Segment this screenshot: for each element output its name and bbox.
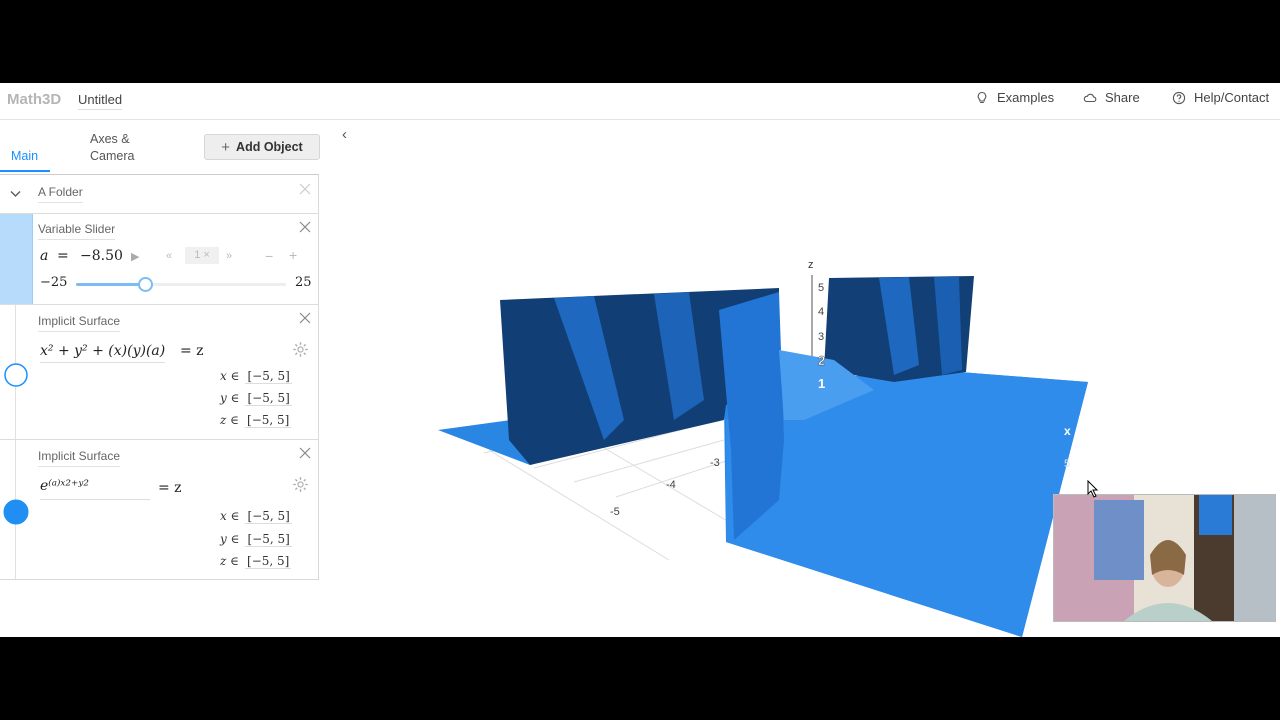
slider-variable: a [40,248,49,264]
slider-value-input[interactable]: −8.50 [80,248,123,264]
slider-min[interactable]: −25 [40,275,67,290]
domain-x: x ∈ [−5, 5] [220,369,292,384]
plus-step-icon[interactable]: + [289,247,297,263]
mouse-cursor [1087,480,1099,498]
slider-fill [76,283,146,286]
slider-color-strip[interactable] [0,214,33,304]
surface-name[interactable]: Implicit Surface [38,314,121,332]
close-icon[interactable] [299,447,311,459]
implicit-surface-panel-1: Implicit Surface x² + y² + (x)(y)(a) = z… [0,304,319,439]
svg-text:2: 2 [818,353,825,368]
slider-max[interactable]: 25 [295,275,312,290]
close-icon[interactable] [299,312,311,324]
app-logo[interactable]: Math3D [7,91,61,108]
surface-rhs-input[interactable]: = z [158,480,182,496]
slider-thumb[interactable] [138,277,154,292]
minus-icon[interactable]: − [265,248,273,264]
tab-axes-label-line2: Camera [90,149,135,163]
tab-axes-camera[interactable]: Axes & Camera [90,131,134,165]
share-link[interactable]: Share [1083,90,1140,105]
surface-name[interactable]: Implicit Surface [38,449,121,467]
math3d-app: Math3D Untitled Examples Share Help/Cont… [0,83,1280,637]
slower-icon[interactable]: « [166,250,172,262]
sidebar: Main Axes & Camera + Add Object A Folder… [0,120,320,637]
svg-text:-3: -3 [710,457,720,469]
speed-field[interactable]: 1 × [185,247,219,264]
plus-icon: + [221,138,231,156]
gear-icon[interactable] [292,476,309,493]
slider-track[interactable] [76,277,286,292]
slider-equals: = [57,248,69,264]
implicit-surface-panel-2: Implicit Surface e⁽ᵃ⁾ˣ²⁺ʸ² = z x ∈ [−5, 5… [0,439,319,580]
svg-text:3: 3 [818,331,824,343]
close-icon[interactable] [299,221,311,233]
surface-lhs-input[interactable]: x² + y² + (x)(y)(a) [40,343,166,363]
domain-y: y ∈ [−5, 5] [220,532,292,547]
z-axis-label: z [808,259,814,271]
slider-name[interactable]: Variable Slider [38,222,116,240]
add-object-button[interactable]: + Add Object [204,134,320,160]
folder-name[interactable]: A Folder [38,185,83,203]
surface-color-swatch[interactable] [3,499,29,525]
examples-label: Examples [997,90,1055,105]
folder-row[interactable]: A Folder [0,174,319,213]
surface-lhs-input[interactable]: e⁽ᵃ⁾ˣ²⁺ʸ² [40,478,150,500]
cloud-icon [1083,93,1097,102]
webcam-image [1054,495,1275,621]
x-axis-label: x [1064,424,1071,438]
svg-text:4: 4 [818,306,824,318]
close-icon[interactable] [299,183,311,195]
svg-text:5: 5 [1064,458,1070,470]
help-contact-label: Help/Contact [1194,90,1270,105]
domain-y: y ∈ [−5, 5] [220,391,292,406]
svg-text:-4: -4 [666,479,676,491]
share-label: Share [1105,90,1140,105]
webcam-overlay [1053,494,1276,622]
add-object-label: Add Object [236,140,303,154]
svg-text:5: 5 [818,282,824,294]
variable-slider-panel: Variable Slider a = −8.50 ▶ « 1 × » − + … [0,213,319,304]
svg-text:-5: -5 [610,506,620,518]
examples-link[interactable]: Examples [975,90,1054,105]
domain-x: x ∈ [−5, 5] [220,509,292,524]
active-tab-indicator [0,170,50,172]
lightbulb-icon [977,91,987,103]
help-circle-icon [1172,91,1186,104]
top-header: Math3D Untitled Examples Share Help/Cont… [0,83,1280,120]
tab-axes-label-line1: Axes & [90,132,130,146]
surface-color-swatch[interactable] [3,362,29,388]
domain-z: z ∈ [−5, 5] [220,554,292,569]
surface-rhs-input[interactable]: = z [180,343,204,359]
domain-z: z ∈ [−5, 5] [220,413,292,428]
play-icon[interactable]: ▶ [131,250,139,263]
document-title[interactable]: Untitled [78,92,123,110]
faster-icon[interactable]: » [226,250,232,262]
help-contact-link[interactable]: Help/Contact [1172,90,1269,105]
gear-icon[interactable] [292,341,309,358]
tab-main[interactable]: Main [11,149,38,163]
svg-text:1: 1 [818,376,825,391]
chevron-down-icon[interactable] [10,190,21,198]
